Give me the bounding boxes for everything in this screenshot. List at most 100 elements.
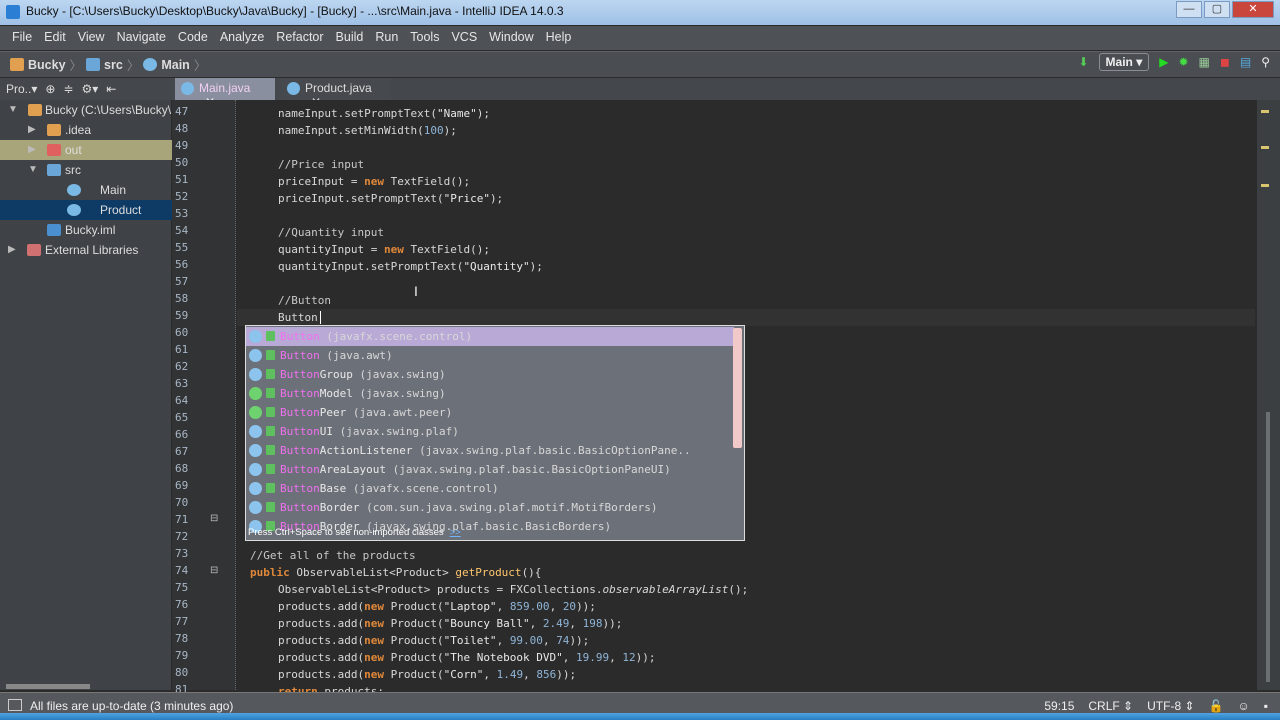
menu-refactor[interactable]: Refactor (270, 30, 329, 50)
tree-item-src[interactable]: ▼ src (0, 160, 172, 180)
tab-main-java[interactable]: Main.java ✕ (175, 78, 275, 109)
project-view-select[interactable]: Pro..▾ (6, 82, 37, 96)
tree-item-idea[interactable]: ▶ .idea (0, 120, 172, 140)
project-structure-icon[interactable]: ▤ (1240, 55, 1251, 69)
menu-file[interactable]: File (6, 30, 38, 50)
editor-scrollbar[interactable] (1257, 100, 1280, 690)
cursor-position[interactable]: 59:15 (1044, 699, 1074, 713)
class-icon (67, 204, 81, 216)
code-line: products.add(new Product("The Notebook D… (278, 651, 656, 664)
class-icon (249, 482, 262, 495)
code-line: quantityInput.setPromptText("Quantity"); (278, 260, 543, 273)
completion-item[interactable]: ButtonBorder (com.sun.java.swing.plaf.mo… (246, 498, 734, 517)
line-number: 76 (175, 598, 189, 611)
run-icon[interactable]: ▶ (1159, 55, 1168, 69)
line-separator-select[interactable]: CRLF ⇕ (1088, 699, 1133, 713)
completion-item[interactable]: ButtonActionListener (javax.swing.plaf.b… (246, 441, 734, 460)
completion-item[interactable]: ButtonUI (javax.swing.plaf) (246, 422, 734, 441)
project-panel-header: Pro..▾ ⊕ ≑ ⚙▾ ⇤ (0, 78, 172, 100)
tree-item-out[interactable]: ▶ out (0, 140, 172, 160)
menu-code[interactable]: Code (172, 30, 214, 50)
locate-icon[interactable]: ⊕ (45, 82, 55, 96)
completion-item[interactable]: ButtonPeer (java.awt.peer) (246, 403, 734, 422)
folder-icon (47, 124, 61, 136)
settings-gear-icon[interactable]: ⚙▾ (82, 82, 99, 96)
line-number: 51 (175, 173, 189, 186)
code-line: public ObservableList<Product> getProduc… (250, 566, 542, 579)
inspector-icon[interactable]: ☺ (1237, 699, 1249, 713)
completion-item[interactable]: ButtonModel (javax.swing) (246, 384, 734, 403)
completion-item[interactable]: Button (java.awt) (246, 346, 734, 365)
breadcrumb-bucky[interactable]: Bucky (28, 58, 66, 72)
public-access-icon (266, 464, 275, 474)
tree-item-external-libraries[interactable]: ▶ External Libraries (0, 240, 172, 260)
tree-item-main[interactable]: Main (0, 180, 172, 200)
code-line: quantityInput = new TextField(); (278, 243, 490, 256)
line-number: 57 (175, 275, 189, 288)
encoding-select[interactable]: UTF-8 ⇕ (1147, 699, 1194, 713)
code-line: products.add(new Product("Laptop", 859.0… (278, 600, 596, 613)
popup-scrollbar[interactable] (733, 328, 742, 448)
maximize-button[interactable]: ▢ (1204, 1, 1230, 18)
menu-edit[interactable]: Edit (38, 30, 72, 50)
collapse-all-icon[interactable]: ≑ (63, 82, 73, 96)
class-icon (67, 184, 81, 196)
breadcrumb-src[interactable]: src (104, 58, 123, 72)
public-access-icon (266, 369, 275, 379)
code-line: products.add(new Product("Toilet", 99.00… (278, 634, 590, 647)
debug-icon[interactable]: ✹ (1178, 55, 1188, 69)
hide-panel-icon[interactable]: ⇤ (106, 82, 116, 96)
line-number: 80 (175, 666, 189, 679)
line-number: 75 (175, 581, 189, 594)
class-icon (249, 501, 262, 514)
breadcrumb-main[interactable]: Main (161, 58, 189, 72)
menu-view[interactable]: View (72, 30, 111, 50)
line-number: 77 (175, 615, 189, 628)
menu-tools[interactable]: Tools (404, 30, 445, 50)
interface-icon (249, 406, 262, 419)
menu-help[interactable]: Help (540, 30, 578, 50)
toggle-tool-windows-icon[interactable] (8, 699, 22, 711)
show-more-link[interactable]: >> (450, 527, 461, 538)
line-number: 50 (175, 156, 189, 169)
completion-item[interactable]: ButtonGroup (javax.swing) (246, 365, 734, 384)
coverage-icon[interactable]: ▦ (1199, 55, 1210, 69)
tree-item-bucky[interactable]: ▼Bucky (C:\Users\Bucky\Desktop\Bucky\Jav… (0, 100, 172, 120)
menu-analyze[interactable]: Analyze (214, 30, 270, 50)
fold-icon[interactable]: ⊟ (210, 565, 218, 576)
run-config-select[interactable]: Main ▾ (1098, 53, 1150, 71)
tree-item-product[interactable]: Product (0, 200, 172, 220)
library-icon (27, 244, 41, 256)
tab-product-java[interactable]: Product.java ✕ (281, 78, 391, 109)
menu-window[interactable]: Window (483, 30, 539, 50)
completion-item[interactable]: ButtonBase (javafx.scene.control) (246, 479, 734, 498)
current-line-highlight (237, 309, 1255, 326)
public-access-icon (266, 502, 275, 512)
tree-item-bucky-iml[interactable]: Bucky.iml (0, 220, 172, 240)
minimize-button[interactable]: — (1176, 1, 1202, 18)
public-access-icon (266, 426, 275, 436)
public-access-icon (266, 483, 275, 493)
make-icon[interactable]: ⬇ (1078, 55, 1088, 69)
line-number: 60 (175, 326, 189, 339)
line-number: 49 (175, 139, 189, 152)
class-icon (181, 82, 194, 95)
completion-item[interactable]: Button (javafx.scene.control) (246, 327, 734, 346)
completion-item[interactable]: ButtonAreaLayout (javax.swing.plaf.basic… (246, 460, 734, 479)
search-icon[interactable]: ⚲ (1261, 55, 1270, 69)
stop-icon[interactable]: ◼ (1220, 55, 1230, 69)
horizontal-scrollbar[interactable] (6, 684, 90, 689)
lock-icon[interactable]: 🔓 (1209, 699, 1224, 713)
code-line: //Quantity input (278, 226, 384, 239)
menu-navigate[interactable]: Navigate (111, 30, 172, 50)
event-log-icon[interactable]: ▪ (1264, 699, 1268, 713)
line-number: 74 (175, 564, 189, 577)
close-button[interactable]: ✕ (1232, 1, 1274, 18)
menu-build[interactable]: Build (330, 30, 370, 50)
menu-run[interactable]: Run (369, 30, 404, 50)
menu-vcs[interactable]: VCS (445, 30, 483, 50)
class-icon (143, 58, 158, 71)
code-completion-popup: Button (javafx.scene.control) Button (jav… (245, 325, 745, 541)
fold-icon[interactable]: ⊟ (210, 513, 218, 524)
line-number: 70 (175, 496, 189, 509)
